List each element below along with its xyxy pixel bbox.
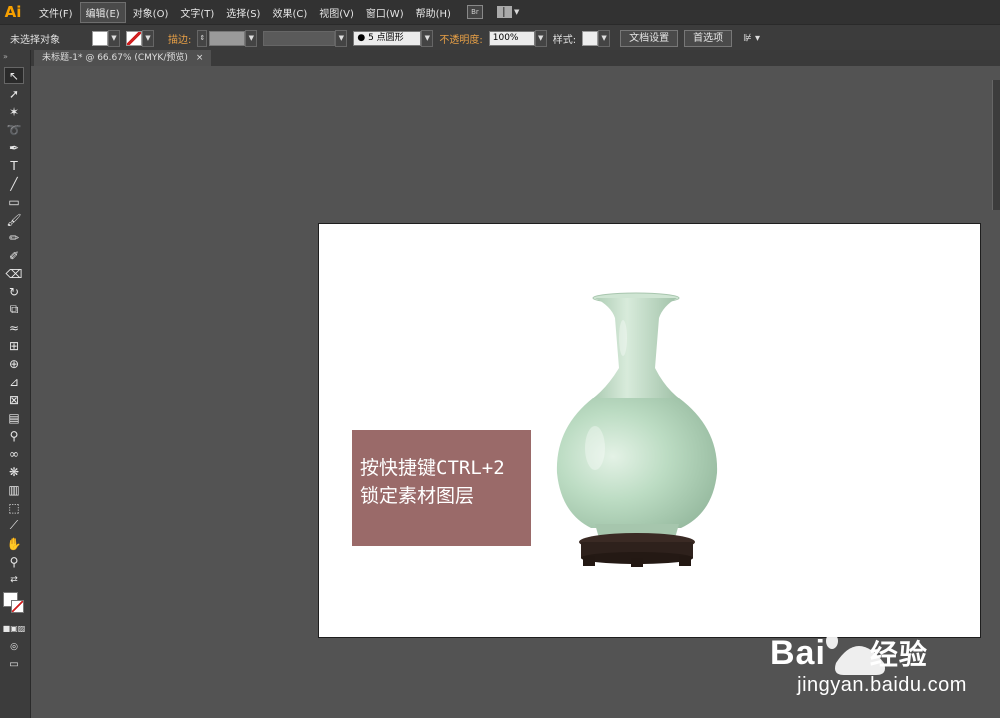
variable-width-field[interactable] xyxy=(263,30,336,46)
type-tool-icon[interactable]: T xyxy=(4,157,24,174)
control-bar: 未选择对象 ▼ ▼ 描边: ⇕ ▼ ▼ ● 5 点圆形 ▼ 不透明度: 100%… xyxy=(0,24,1000,52)
app-logo: Ai xyxy=(4,3,22,21)
slice-tool-icon[interactable]: ⟋ xyxy=(4,517,24,534)
style-swatch[interactable] xyxy=(582,30,599,46)
eyedropper-tool-icon[interactable]: ⚲ xyxy=(4,427,24,444)
rotate-tool-icon[interactable]: ↻ xyxy=(4,283,24,300)
lasso-tool-icon[interactable]: ➰ xyxy=(4,121,24,138)
collapsed-panel-strip[interactable] xyxy=(992,80,1000,210)
menu-window[interactable]: 窗口(W) xyxy=(361,3,409,22)
rectangle-tool-icon[interactable]: ▭ xyxy=(4,193,24,210)
menu-file[interactable]: 文件(F) xyxy=(34,3,78,22)
close-icon[interactable]: × xyxy=(196,50,204,66)
swap-fill-stroke-icon[interactable]: ⇄ xyxy=(4,571,24,588)
document-tab-title: 未标题-1* @ 66.67% (CMYK/预览) xyxy=(42,53,188,63)
free-transform-tool-icon[interactable]: ⊞ xyxy=(4,337,24,354)
artboard[interactable]: 按快捷键CTRL+2 锁定素材图层 xyxy=(318,223,981,638)
panel-menu-icon[interactable]: ⊯ ▾ xyxy=(743,33,760,44)
color-mode-icon[interactable]: ■▣▨ xyxy=(3,620,26,637)
menu-help[interactable]: 帮助(H) xyxy=(411,3,456,22)
variable-width-dropdown[interactable]: ▼ xyxy=(335,29,348,47)
opacity-dropdown[interactable]: ▼ xyxy=(534,29,547,47)
eraser-tool-icon[interactable]: ⌫ xyxy=(4,265,24,282)
menu-bar: Ai 文件(F) 编辑(E) 对象(O) 文字(T) 选择(S) 效果(C) 视… xyxy=(0,0,1000,24)
chevron-down-icon: ▼ xyxy=(513,8,520,16)
column-graph-tool-icon[interactable]: ▥ xyxy=(4,481,24,498)
brush-value: 5 点圆形 xyxy=(368,32,404,43)
menu-object[interactable]: 对象(O) xyxy=(128,3,174,22)
screen-mode-icon[interactable]: ▭ xyxy=(4,656,24,673)
opacity-value: 100% xyxy=(492,32,519,43)
celadon-vase-image[interactable] xyxy=(553,288,723,578)
selection-status: 未选择对象 xyxy=(10,34,60,46)
brush-dropdown[interactable]: ▼ xyxy=(421,29,434,47)
baidu-brand-latin: Bai xyxy=(770,634,826,672)
menu-select[interactable]: 选择(S) xyxy=(221,3,265,22)
blob-brush-tool-icon[interactable]: ✐ xyxy=(4,247,24,264)
fill-swatch[interactable] xyxy=(92,30,108,46)
document-setup-button[interactable]: 文档设置 xyxy=(620,29,679,47)
pen-tool-icon[interactable]: ✒ xyxy=(4,139,24,156)
document-tab[interactable]: 未标题-1* @ 66.67% (CMYK/预览) × xyxy=(34,50,212,66)
brush-field[interactable]: ● 5 点圆形 xyxy=(353,30,422,46)
preferences-button[interactable]: 首选项 xyxy=(684,29,733,47)
blend-tool-icon[interactable]: ∞ xyxy=(4,445,24,462)
magic-wand-tool-icon[interactable]: ✶ xyxy=(4,103,24,120)
paintbrush-tool-icon[interactable]: 🖌 xyxy=(4,211,24,228)
warp-tool-icon[interactable]: ≈ xyxy=(4,319,24,336)
panel-collapse-icon[interactable]: » xyxy=(0,50,30,66)
stroke-weight-dropdown[interactable]: ▼ xyxy=(245,29,258,47)
symbol-sprayer-tool-icon[interactable]: ❋ xyxy=(4,463,24,480)
line-tool-icon[interactable]: ╱ xyxy=(4,175,24,192)
perspective-grid-tool-icon[interactable]: ⊿ xyxy=(4,373,24,390)
tools-panel: » ↖ ➚ ✶ ➰ ✒ T ╱ ▭ 🖌 ✏ ✐ ⌫ ↻ ⧉ ≈ ⊞ ⊕ ⊿ ⊠ … xyxy=(0,50,31,718)
opacity-label[interactable]: 不透明度: xyxy=(439,31,482,46)
scale-tool-icon[interactable]: ⧉ xyxy=(4,301,24,318)
mesh-tool-icon[interactable]: ⊠ xyxy=(4,391,24,408)
menu-edit[interactable]: 编辑(E) xyxy=(79,1,126,23)
gradient-tool-icon[interactable]: ▤ xyxy=(4,409,24,426)
direct-selection-tool-icon[interactable]: ➚ xyxy=(4,85,24,102)
hand-tool-icon[interactable]: ✋ xyxy=(4,535,24,552)
document-tab-bar: 未标题-1* @ 66.67% (CMYK/预览) × xyxy=(30,50,1000,66)
fill-dropdown[interactable]: ▼ xyxy=(108,29,120,47)
baidu-brand-cn: 经验 xyxy=(869,639,928,670)
zoom-tool-icon[interactable]: ⚲ xyxy=(4,553,24,570)
bridge-icon[interactable]: Br xyxy=(466,5,483,19)
stroke-weight-stepper[interactable]: ⇕ xyxy=(197,29,208,47)
stroke-color-icon[interactable] xyxy=(11,600,24,613)
stroke-weight-field[interactable] xyxy=(209,30,246,46)
selection-tool-icon[interactable]: ↖ xyxy=(4,67,24,84)
menu-effect[interactable]: 效果(C) xyxy=(267,3,312,22)
opacity-field[interactable]: 100% xyxy=(488,30,535,46)
fill-stroke-widget[interactable] xyxy=(3,592,27,616)
baidu-brand-text: Bai 经验 xyxy=(770,633,928,673)
draw-mode-icon[interactable]: ◎ xyxy=(4,638,24,655)
stroke-dropdown[interactable]: ▼ xyxy=(142,29,154,47)
arrange-documents-button[interactable]: ▼ xyxy=(496,6,520,18)
stroke-swatch[interactable] xyxy=(126,30,142,46)
style-label: 样式: xyxy=(552,34,577,46)
baidu-url-text: jingyan.baidu.com xyxy=(797,674,967,696)
style-dropdown[interactable]: ▼ xyxy=(598,29,611,47)
arrange-grid-icon xyxy=(496,6,512,18)
artboard-tool-icon[interactable]: ⬚ xyxy=(4,499,24,516)
note-line-1: 按快捷键CTRL+2 xyxy=(360,457,505,479)
menu-type[interactable]: 文字(T) xyxy=(175,3,219,22)
stroke-label[interactable]: 描边: xyxy=(168,31,191,46)
note-line-2: 锁定素材图层 xyxy=(360,485,475,507)
menu-view[interactable]: 视图(V) xyxy=(314,3,359,22)
pencil-tool-icon[interactable]: ✏ xyxy=(4,229,24,246)
shape-builder-tool-icon[interactable]: ⊕ xyxy=(4,355,24,372)
instruction-note-box[interactable]: 按快捷键CTRL+2 锁定素材图层 xyxy=(352,430,531,546)
